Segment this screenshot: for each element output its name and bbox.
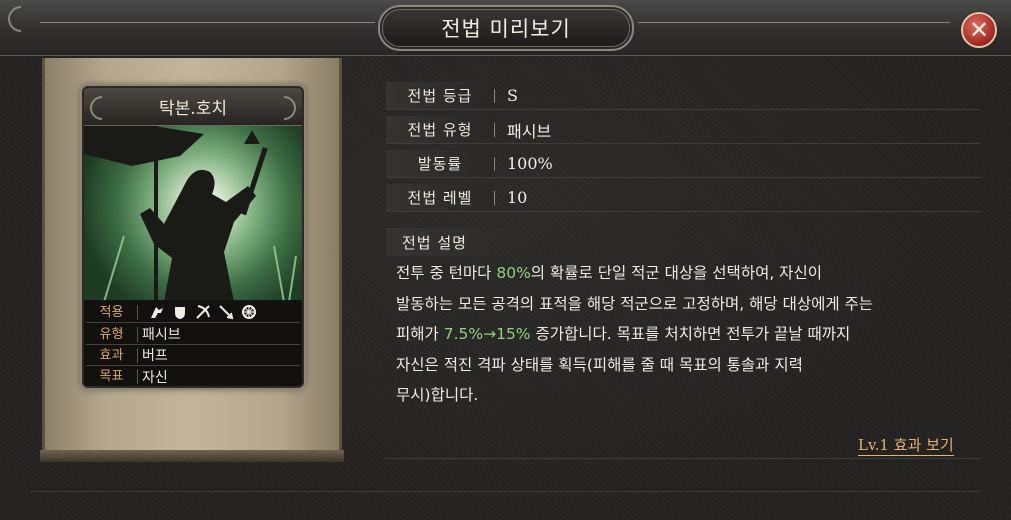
close-icon: ✕ <box>968 16 990 44</box>
description-text: 피해가 <box>396 325 444 343</box>
stat-value: 패시브 <box>507 121 552 141</box>
stat-value: S <box>507 86 518 105</box>
skill-name-plate: 탁본.호치 <box>84 88 302 126</box>
stat-label-cell: 발동률 <box>386 150 494 177</box>
level-effect-link[interactable]: Lv.1 효과 보기 <box>858 436 954 456</box>
warrior-silhouette-icon <box>84 126 297 302</box>
stat-label: 전법 유형 <box>407 121 473 139</box>
highlight-value: 7.5%→15% <box>443 325 531 343</box>
description-line: 무시)합니다. <box>396 386 479 404</box>
preview-window: 전법 미리보기 ✕ 탁본.호치 적용 유형 패시브 효과 버프 목표 자신 전법… <box>0 0 1011 520</box>
stat-label: 발동률 <box>417 155 463 173</box>
troop-type-icons <box>138 303 258 321</box>
close-button[interactable]: ✕ <box>961 12 997 48</box>
stat-label-cell: 전법 등급 <box>386 82 494 109</box>
info-label: 효과 <box>86 347 138 363</box>
divider <box>30 491 980 492</box>
stat-value: 100% <box>507 154 553 173</box>
skill-info-table: 적용 유형 패시브 효과 버프 목표 자신 <box>84 300 302 386</box>
shield-icon <box>171 303 189 321</box>
stat-label-cell: 전법 유형 <box>386 116 494 143</box>
stat-label-cell: 전법 레벨 <box>386 184 494 211</box>
skill-description: 전투 중 턴마다 80%의 확률로 단일 적군 대상을 선택하여, 자신이 발동… <box>396 258 986 411</box>
skill-card: 탁본.호치 적용 유형 패시브 효과 버프 목표 자신 <box>82 86 304 388</box>
stat-row-grade: 전법 등급 S <box>386 82 980 110</box>
description-text: 전투 중 턴마다 <box>396 264 497 282</box>
info-label: 목표 <box>86 369 138 384</box>
highlight-value: 80% <box>496 264 531 282</box>
info-row-apply: 적용 <box>86 302 300 323</box>
stat-row-trigger-rate: 발동률 100% <box>386 150 980 178</box>
stat-label: 전법 레벨 <box>407 189 473 207</box>
title-bar-line <box>40 22 375 23</box>
description-line: 발동하는 모든 공격의 표적을 해당 적군으로 고정하며, 해당 대상에게 주는 <box>396 294 874 313</box>
window-title-plate: 전법 미리보기 <box>378 5 634 51</box>
description-line: 자신은 적진 격파 상태를 획득(피해를 줄 때 목표의 통솔과 지력 <box>396 355 803 374</box>
description-heading: 전법 설명 <box>386 228 516 256</box>
info-label: 유형 <box>86 326 138 342</box>
description-line: 전투 중 턴마다 80%의 확률로 단일 적군 대상을 선택하여, 자신이 <box>396 258 986 289</box>
info-row-type: 유형 패시브 <box>86 324 300 345</box>
description-text: 의 확률로 단일 적군 대상을 선택하여, 자신이 <box>530 264 822 282</box>
window-title: 전법 미리보기 <box>441 17 571 41</box>
info-row-target: 목표 자신 <box>86 366 300 386</box>
stat-row-type: 전법 유형 패시브 <box>386 116 980 144</box>
wheel-icon <box>240 303 258 321</box>
skill-name: 탁본.호치 <box>159 99 227 119</box>
stat-row-level: 전법 레벨 10 <box>386 184 980 212</box>
description-line: 피해가 7.5%→15% 증가합니다. 목표를 처치하면 전투가 끝날 때까지 <box>396 319 986 350</box>
scroll-rod <box>40 450 344 462</box>
stat-value: 10 <box>507 188 528 207</box>
corner-ornament <box>2 0 40 38</box>
info-value: 자신 <box>142 369 168 386</box>
stat-label: 전법 등급 <box>407 87 473 105</box>
divider <box>386 458 980 459</box>
info-value: 버프 <box>142 348 168 364</box>
title-bar-line <box>638 22 950 23</box>
info-value: 패시브 <box>142 327 181 343</box>
info-row-effect: 효과 버프 <box>86 345 300 366</box>
description-text: 증가합니다. 목표를 처치하면 전투가 끝날 때까지 <box>530 325 851 343</box>
bow-icon <box>194 303 212 321</box>
description-heading-label: 전법 설명 <box>402 233 467 252</box>
spear-icon <box>217 303 235 321</box>
cavalry-icon <box>148 303 166 321</box>
info-label: 적용 <box>86 304 138 320</box>
skill-portrait <box>84 126 302 302</box>
